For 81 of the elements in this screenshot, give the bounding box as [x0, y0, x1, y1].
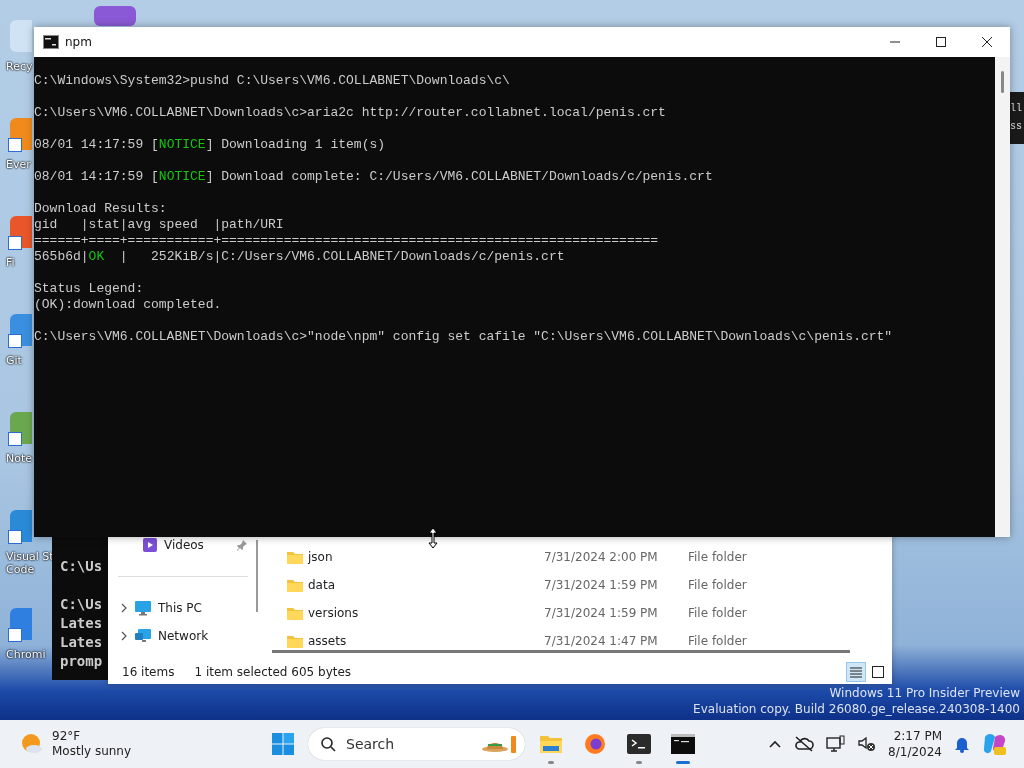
weather-condition[interactable]: Mostly sunny — [52, 744, 132, 759]
cloud-off-icon[interactable] — [794, 736, 815, 752]
folder-icon — [286, 633, 304, 648]
console-line: promp — [60, 652, 103, 671]
watermark-text: Evaluation copy. Build 26080.ge_release.240308-1400 — [693, 701, 1020, 717]
console-line: 565b6d|OK | 252KiB/s|C:/Users/VM6.COLLABNET/Downloads/c/penis.crt — [34, 249, 565, 265]
console-line: C:\Users\VM6.COLLABNET\Downloads\c>aria2c http://router.collabnet.local/penis.crt — [34, 105, 666, 121]
date-modified: 7/31/2024 2:00 PM — [544, 550, 659, 564]
search-box[interactable]: Search — [308, 728, 525, 760]
file-type: File folder — [688, 606, 747, 620]
folder-icon — [286, 605, 304, 621]
console-line: 08/01 14:17:59 [NOTICE] Downloading 1 item(s) — [34, 137, 386, 153]
horizontal-scrollbar[interactable] — [272, 650, 850, 653]
app-shortcut-icon[interactable] — [10, 412, 32, 444]
close-icon — [981, 36, 993, 48]
console-line: ======+====+===========+======================================================== — [34, 233, 659, 249]
file-name[interactable]: json — [308, 550, 544, 564]
bell-icon[interactable] — [954, 735, 970, 753]
console-line: gid |stat|avg speed |path/URI — [34, 217, 284, 233]
square-icon — [871, 666, 885, 678]
file-name[interactable]: versions — [308, 606, 544, 620]
selection-info: 1 item selected 605 bytes — [194, 665, 352, 679]
console-icon — [671, 734, 695, 754]
speaker-muted-icon[interactable] — [858, 736, 877, 752]
console-line: Lates — [60, 614, 103, 633]
console-line: C:\Us — [60, 595, 103, 614]
folder-icon — [539, 734, 563, 754]
clock-date[interactable]: 8/1/2024 — [888, 744, 942, 760]
file-type: File folder — [688, 578, 747, 592]
temperature[interactable]: 92°F — [52, 729, 81, 744]
chevron-icon[interactable] — [120, 631, 128, 641]
search-icon — [320, 736, 336, 752]
app-shortcut-icon[interactable] — [10, 314, 32, 346]
console-line: 08/01 14:17:59 [NOTICE] Download complete: C:/Users/VM6.COLLABNET/Downloads/c/penis.crt — [34, 169, 713, 185]
file-name[interactable]: data — [308, 578, 544, 592]
chevron-up-icon[interactable] — [768, 739, 783, 749]
console-line: C:\Windows\System32>pushd C:\Users\VM6.COLLABNET\Downloads\c\ — [34, 73, 510, 89]
watermark-text: Windows 11 Pro Insider Preview — [829, 685, 1020, 701]
app-shortcut-icon[interactable] — [10, 510, 32, 542]
nav-item[interactable]: Videos — [164, 538, 204, 552]
file-name[interactable]: assets — [308, 634, 544, 648]
nav-item[interactable]: Network — [158, 629, 209, 643]
app-icon[interactable] — [94, 6, 136, 26]
console-line: C:\Users\VM6.COLLABNET\Downloads\c>"node\npm" config set cafile "C:\Users\VM6.COLLABNET\Downloads\c\penis.crt" — [34, 329, 893, 345]
date-modified: 7/31/2024 1:47 PM — [544, 634, 659, 648]
console-line: C:\Us — [60, 557, 103, 576]
list-icon — [849, 666, 863, 678]
console-line: Lates — [60, 633, 103, 652]
browser-icon — [584, 733, 606, 755]
file-type: File folder — [688, 634, 747, 648]
date-modified: 7/31/2024 1:59 PM — [544, 578, 659, 592]
pin-icon — [236, 539, 248, 551]
windows-logo-icon — [272, 733, 294, 755]
window-title: npm — [65, 35, 93, 49]
console-line: Status Legend: — [34, 281, 144, 297]
file-type: File folder — [688, 550, 747, 564]
scrollbar-thumb[interactable] — [1001, 71, 1004, 93]
console-line: (OK):download completed. — [34, 297, 222, 313]
video-icon — [142, 537, 158, 553]
colorful-app-icon[interactable] — [982, 731, 1008, 757]
chevron-icon[interactable] — [120, 603, 128, 613]
console-icon — [43, 35, 59, 49]
folder-icon — [286, 577, 304, 593]
console-text: ss — [1010, 120, 1023, 134]
terminal-icon — [627, 734, 651, 754]
monitor-icon — [134, 600, 152, 616]
date-modified: 7/31/2024 1:59 PM — [544, 606, 659, 620]
folder-icon — [286, 549, 304, 565]
hat-icon — [481, 734, 519, 754]
app-shortcut-icon[interactable] — [10, 608, 32, 640]
network-icon — [134, 628, 152, 644]
console-line: Download Results: — [34, 201, 167, 217]
search-field[interactable]: Search — [344, 735, 468, 753]
clock-time[interactable]: 2:17 PM — [893, 728, 942, 744]
item-count: 16 items — [122, 665, 175, 679]
app-shortcut-icon[interactable] — [10, 216, 32, 248]
maximize-icon — [935, 36, 947, 48]
network-icon[interactable] — [826, 735, 847, 753]
nav-item[interactable]: This PC — [158, 601, 202, 615]
console-text: ll — [1010, 102, 1023, 116]
app-shortcut-icon[interactable] — [10, 118, 32, 150]
